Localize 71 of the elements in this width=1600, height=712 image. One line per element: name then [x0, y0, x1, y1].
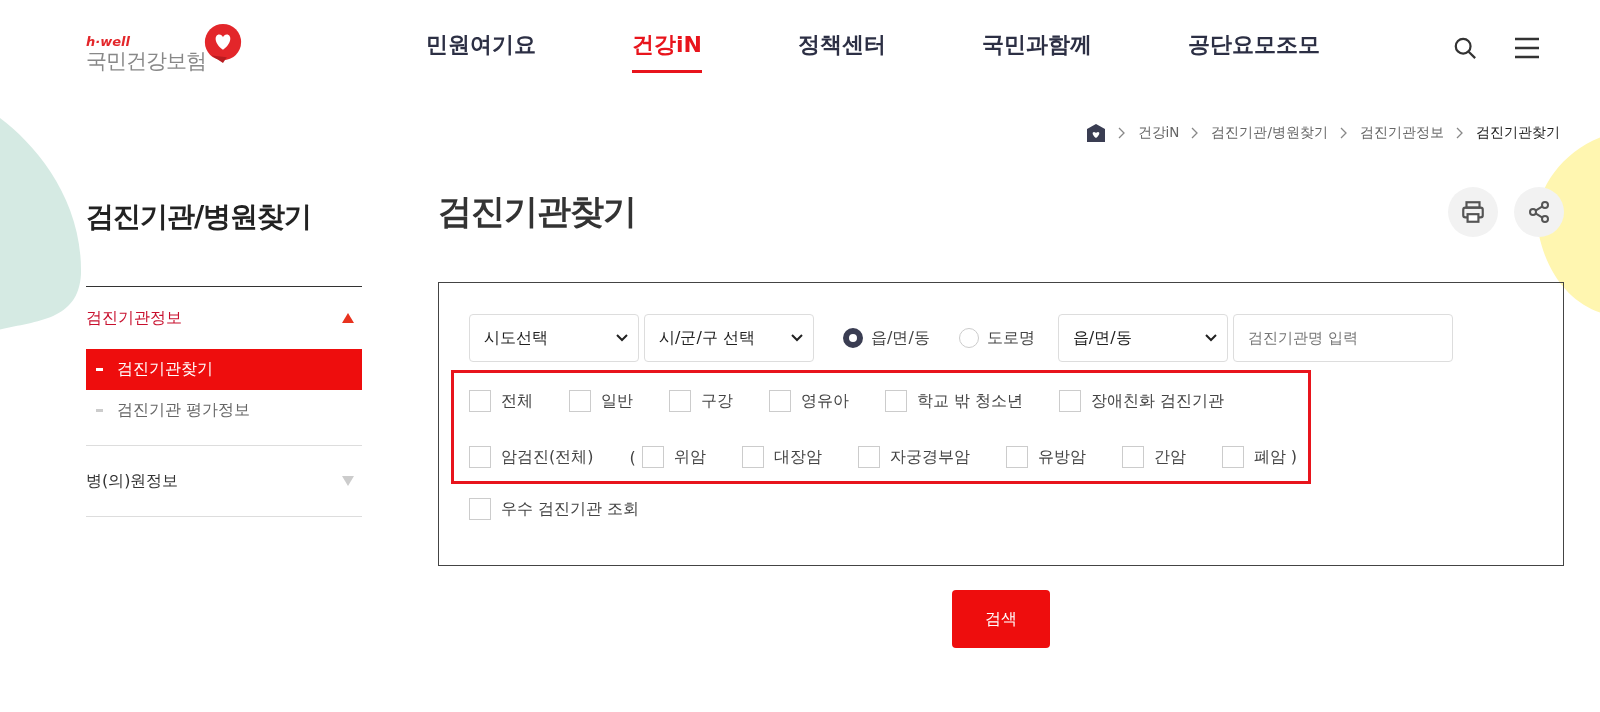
- nav-tab[interactable]: 건강iN: [632, 23, 702, 73]
- home-icon[interactable]: [1085, 123, 1106, 143]
- menu-icon[interactable]: [1514, 36, 1540, 60]
- bracket-text: (: [629, 447, 636, 467]
- breadcrumb-link[interactable]: 건강iN: [1137, 124, 1180, 142]
- heart-bubble-icon: [202, 23, 244, 65]
- checkbox[interactable]: [769, 390, 791, 412]
- share-button[interactable]: [1514, 187, 1564, 237]
- share-icon: [1527, 200, 1551, 224]
- nav-tab[interactable]: 국민과함께: [981, 23, 1092, 73]
- checkbox-label: 자궁경부암: [889, 446, 970, 468]
- radio-label: 도로명: [986, 327, 1035, 349]
- printer-icon: [1460, 199, 1486, 225]
- page-title: 검진기관찾기: [438, 190, 636, 233]
- nav-tab[interactable]: 공단요모조모: [1187, 23, 1320, 73]
- checkbox-label: 일반: [601, 390, 633, 412]
- search-icon[interactable]: [1452, 36, 1478, 60]
- chevron-icon: [1117, 127, 1126, 139]
- checkbox-label: 학교 밖 청소년: [917, 390, 1024, 412]
- search-button[interactable]: 검색: [952, 590, 1050, 648]
- breadcrumb-link[interactable]: 검진기관정보: [1360, 124, 1444, 142]
- checkbox[interactable]: [1121, 446, 1144, 468]
- triangle-up-icon: [342, 313, 354, 323]
- checkbox[interactable]: [1059, 390, 1082, 412]
- checkbox[interactable]: [885, 390, 907, 412]
- breadcrumb-link[interactable]: 검진기관찾기: [1476, 124, 1560, 142]
- checkbox-label: 우수 검진기관 조회: [501, 498, 640, 520]
- chevron-down-icon: [791, 334, 803, 342]
- nav-tab[interactable]: 민원여기요: [426, 23, 536, 73]
- checkbox[interactable]: [1005, 446, 1028, 468]
- chevron-icon: [1340, 127, 1348, 139]
- checkbox-label: 전체: [501, 390, 533, 412]
- radio-button[interactable]: [843, 328, 863, 348]
- province-select[interactable]: 시도선택: [469, 314, 639, 362]
- checkbox-label: 장애친화 검진기관: [1091, 390, 1225, 412]
- checkbox-label: 암검진(전체): [501, 446, 594, 468]
- checkbox[interactable]: [741, 446, 764, 468]
- nav-tab[interactable]: 정책센터: [797, 23, 886, 73]
- sidebar-item[interactable]: 검진기관 평가정보: [86, 390, 362, 431]
- chevron-down-icon: [616, 334, 628, 342]
- name-input-field[interactable]: 검진기관명 입력: [1232, 314, 1453, 362]
- logo-tagline: h·well: [86, 35, 131, 49]
- sidebar-group[interactable]: 병(의)원정보: [86, 446, 362, 516]
- chevron-down-icon: [1204, 334, 1217, 342]
- print-button[interactable]: [1448, 187, 1498, 237]
- sidebar-item[interactable]: 검진기관찾기: [86, 349, 362, 390]
- triangle-down-icon: [342, 476, 354, 486]
- checkbox-label: 대장암: [773, 446, 822, 468]
- checkbox-label: 간암: [1153, 446, 1186, 468]
- checkbox[interactable]: [641, 446, 664, 468]
- checkbox[interactable]: [857, 446, 880, 468]
- checkbox-label: 구강: [701, 390, 733, 412]
- checkbox[interactable]: [469, 390, 491, 412]
- chevron-icon: [1456, 127, 1464, 139]
- checkbox[interactable]: [469, 498, 491, 520]
- logo-name: 국민건강보험: [86, 49, 206, 73]
- sidebar-title: 검진기관/병원찾기: [86, 199, 313, 235]
- checkbox[interactable]: [1221, 446, 1244, 468]
- checkbox[interactable]: [669, 390, 691, 412]
- checkbox[interactable]: [569, 390, 591, 412]
- checkbox-label: 유방암: [1037, 446, 1086, 468]
- sidebar-group[interactable]: 검진기관정보: [86, 287, 362, 349]
- checkbox-label: 폐암 ): [1253, 446, 1298, 468]
- district-select[interactable]: 시/군/구 선택: [644, 314, 814, 362]
- checkbox[interactable]: [469, 446, 491, 468]
- radio-label: 읍/면/동: [871, 327, 930, 349]
- checkbox-label: 영유아: [801, 390, 849, 412]
- chevron-icon: [1191, 127, 1200, 139]
- breadcrumb-link[interactable]: 검진기관/병원찾기: [1211, 124, 1328, 142]
- checkbox-label: 위암: [673, 446, 706, 468]
- town-select[interactable]: 읍/면/동: [1057, 314, 1228, 362]
